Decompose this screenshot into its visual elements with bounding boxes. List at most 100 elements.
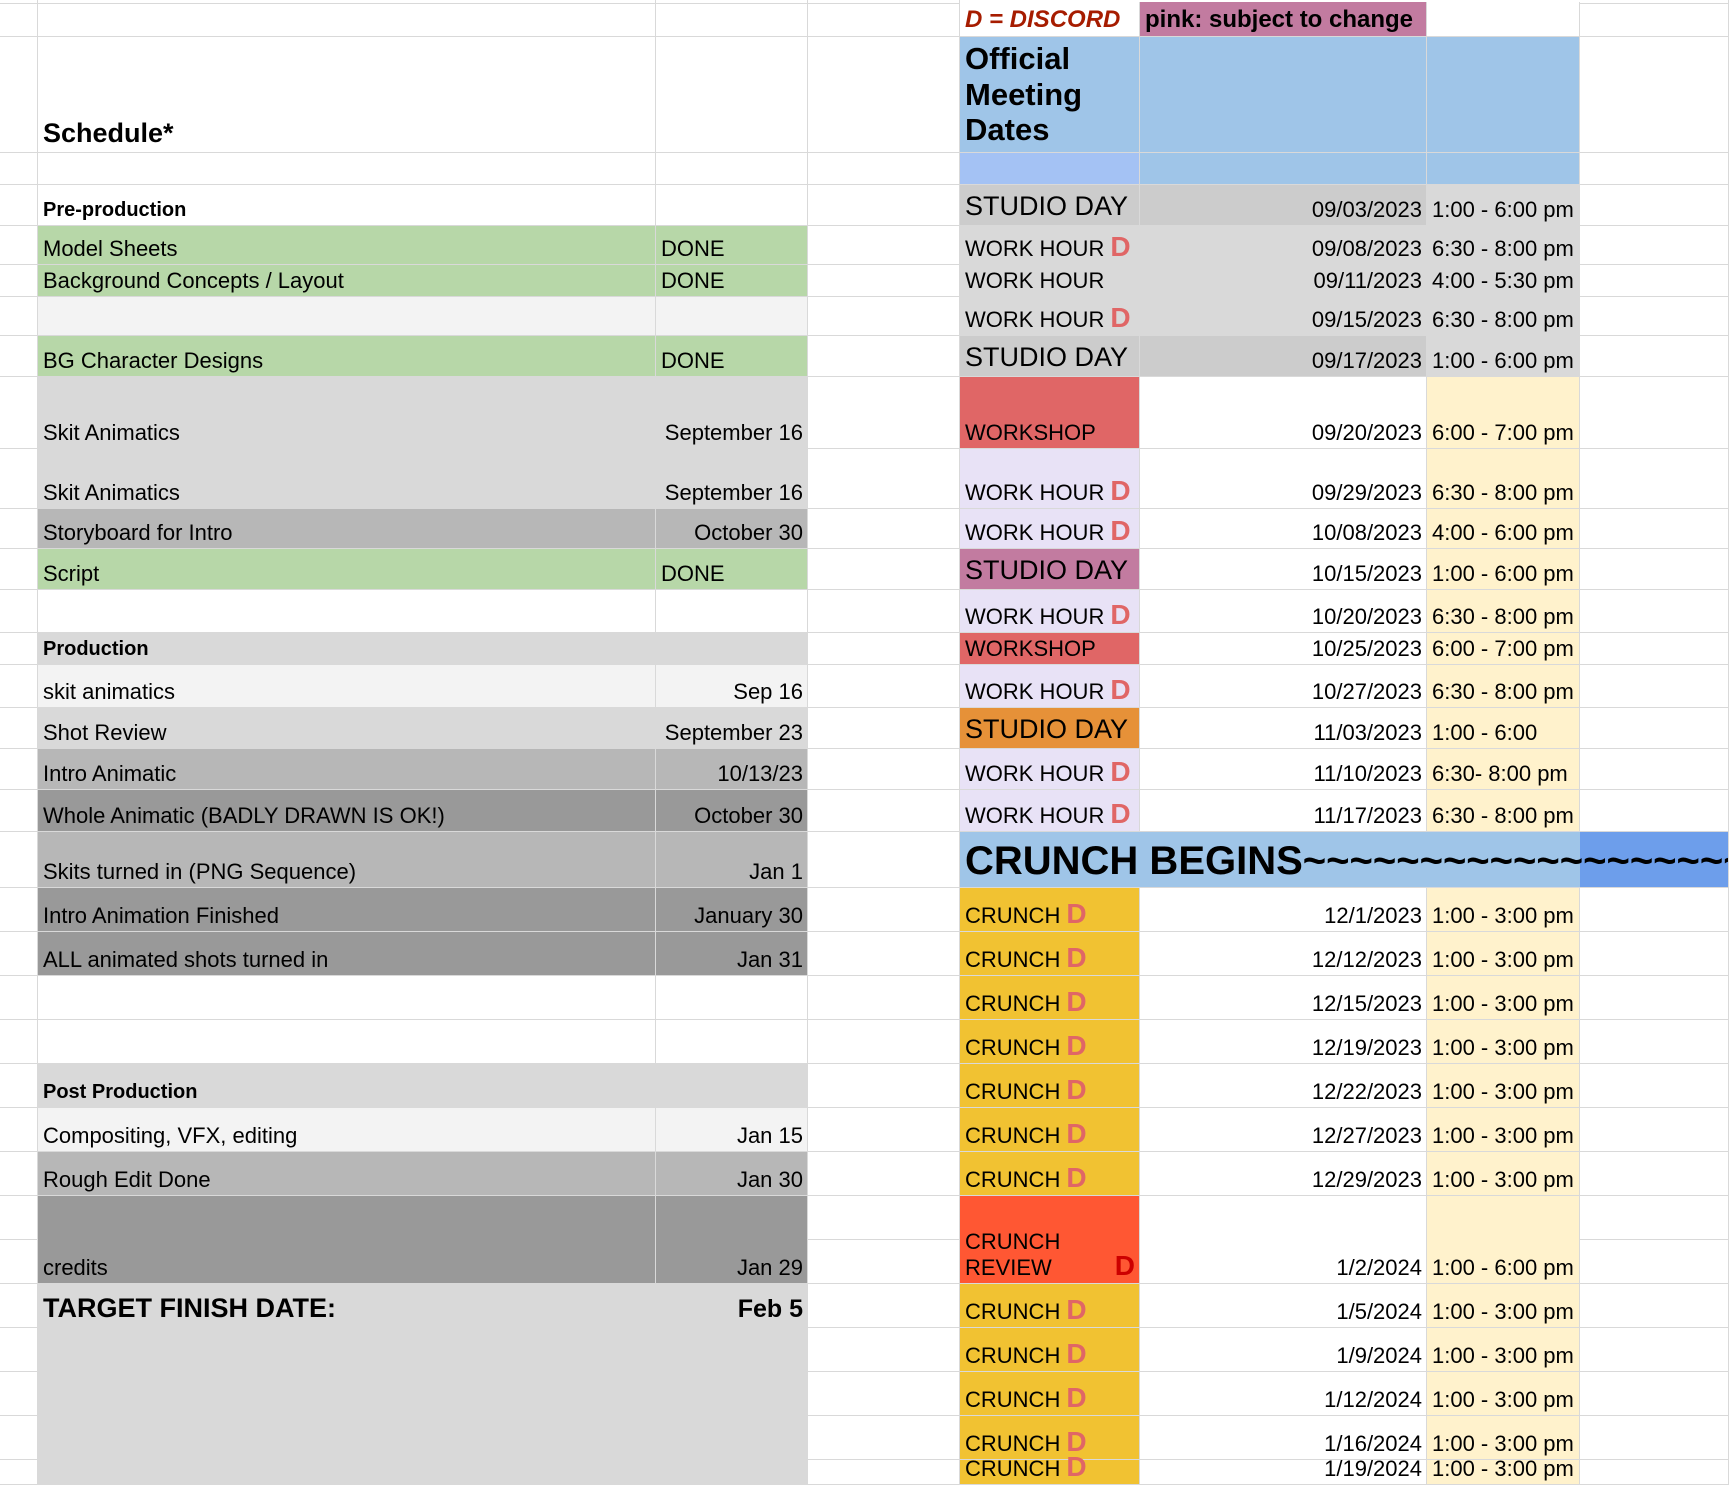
meeting-label[interactable]: CRUNCH D: [960, 1020, 1140, 1064]
empty-cell[interactable]: [1580, 265, 1729, 297]
meeting-label[interactable]: WORK HOUR D: [960, 749, 1140, 790]
task-name[interactable]: Storyboard for Intro: [38, 509, 656, 549]
meeting-date[interactable]: 1/12/2024: [1140, 1372, 1427, 1416]
empty-cell[interactable]: [1580, 185, 1729, 226]
meeting-label[interactable]: WORK HOUR D: [960, 665, 1140, 708]
empty-cell[interactable]: [808, 708, 960, 749]
empty-cell[interactable]: [1580, 1240, 1729, 1284]
empty-cell[interactable]: [0, 749, 38, 790]
meeting-time[interactable]: 6:30 - 8:00 pm: [1427, 226, 1580, 265]
empty-cell[interactable]: [808, 590, 960, 633]
empty-cell[interactable]: [1580, 1196, 1729, 1240]
empty-cell[interactable]: [1580, 708, 1729, 749]
empty-cell[interactable]: [808, 1196, 960, 1240]
blank-cell[interactable]: [656, 153, 808, 185]
meeting-date[interactable]: 10/08/2023: [1140, 509, 1427, 549]
meeting-date[interactable]: 09/03/2023: [1140, 185, 1427, 226]
meeting-label[interactable]: CRUNCH D: [960, 1416, 1140, 1460]
empty-cell[interactable]: [1580, 1152, 1729, 1196]
meeting-label[interactable]: STUDIO DAY: [960, 549, 1140, 590]
empty-cell[interactable]: [808, 932, 960, 976]
meeting-time[interactable]: 1:00 - 3:00 pm: [1427, 976, 1580, 1020]
task-status[interactable]: DONE: [656, 549, 808, 590]
empty-cell[interactable]: [1580, 153, 1729, 185]
meeting-time[interactable]: 6:30 - 8:00 pm: [1427, 449, 1580, 509]
meeting-date[interactable]: 09/08/2023: [1140, 226, 1427, 265]
empty-cell[interactable]: [1580, 976, 1729, 1020]
empty-cell[interactable]: [38, 590, 656, 633]
meeting-label[interactable]: WORK HOUR D: [960, 590, 1140, 633]
meeting-date[interactable]: 1/19/2024: [1140, 1456, 1427, 1485]
empty-cell[interactable]: [0, 1020, 38, 1064]
meeting-date[interactable]: 11/17/2023: [1140, 790, 1427, 832]
empty-cell[interactable]: [808, 2, 960, 37]
empty-cell[interactable]: [1580, 336, 1729, 377]
blank-cell[interactable]: [38, 1416, 656, 1460]
empty-cell[interactable]: [38, 1020, 656, 1064]
meeting-label[interactable]: CRUNCH D: [960, 1108, 1140, 1152]
meeting-time[interactable]: 1:00 - 3:00 pm: [1427, 1416, 1580, 1460]
empty-cell[interactable]: [808, 185, 960, 226]
meeting-date[interactable]: 12/22/2023: [1140, 1064, 1427, 1108]
empty-cell[interactable]: [1580, 1284, 1729, 1328]
empty-cell[interactable]: [808, 888, 960, 932]
meeting-time[interactable]: 6:30 - 8:00 pm: [1427, 790, 1580, 832]
meeting-time[interactable]: 1:00 - 3:00 pm: [1427, 1108, 1580, 1152]
empty-cell[interactable]: [808, 1108, 960, 1152]
empty-cell[interactable]: [0, 1372, 38, 1416]
task-name[interactable]: Shot Review: [38, 708, 656, 749]
task-name[interactable]: BG Character Designs: [38, 336, 656, 377]
meeting-time[interactable]: 1:00 - 6:00 pm: [1427, 336, 1580, 377]
meeting-label[interactable]: WORK HOUR D: [960, 226, 1140, 265]
empty-cell[interactable]: [38, 2, 656, 37]
meeting-date[interactable]: 10/27/2023: [1140, 665, 1427, 708]
empty-cell[interactable]: [1580, 932, 1729, 976]
meeting-date[interactable]: 1/2/2024: [1140, 1196, 1427, 1284]
meeting-time[interactable]: 1:00 - 6:00: [1427, 708, 1580, 749]
empty-cell[interactable]: [1580, 1460, 1729, 1485]
empty-cell[interactable]: [0, 297, 38, 336]
empty-cell[interactable]: [0, 976, 38, 1020]
meeting-label[interactable]: CRUNCH D: [960, 1284, 1140, 1328]
meeting-time[interactable]: 4:00 - 6:00 pm: [1427, 509, 1580, 549]
empty-cell[interactable]: [0, 708, 38, 749]
meeting-date[interactable]: 09/15/2023: [1140, 297, 1427, 336]
empty-cell[interactable]: [808, 1020, 960, 1064]
empty-cell[interactable]: [808, 1416, 960, 1460]
empty-cell[interactable]: [0, 2, 38, 37]
task-name[interactable]: Skit Animatics: [38, 449, 656, 509]
blank-cell[interactable]: [1140, 37, 1427, 153]
empty-cell[interactable]: [808, 1064, 960, 1108]
meeting-time[interactable]: 1:00 - 3:00 pm: [1427, 1328, 1580, 1372]
meeting-date[interactable]: 12/19/2023: [1140, 1020, 1427, 1064]
empty-cell[interactable]: [0, 1064, 38, 1108]
empty-cell[interactable]: [0, 1284, 38, 1328]
empty-cell[interactable]: [1580, 226, 1729, 265]
task-status[interactable]: September 16: [656, 377, 808, 449]
empty-cell[interactable]: [1580, 633, 1729, 665]
meeting-time[interactable]: 6:30 - 8:00 pm: [1427, 297, 1580, 336]
empty-cell[interactable]: [1580, 1328, 1729, 1372]
task-name[interactable]: Model Sheets: [38, 226, 656, 265]
meeting-date[interactable]: 12/15/2023: [1140, 976, 1427, 1020]
blank-cell[interactable]: [656, 1328, 808, 1372]
empty-cell[interactable]: [0, 449, 38, 509]
task-name[interactable]: skit animatics: [38, 665, 656, 708]
meeting-time[interactable]: 4:00 - 5:30 pm: [1427, 265, 1580, 297]
empty-cell[interactable]: [656, 1020, 808, 1064]
meetings-title[interactable]: Official Meeting Dates: [960, 37, 1140, 153]
schedule-title[interactable]: Schedule*: [38, 37, 656, 153]
meeting-label[interactable]: STUDIO DAY: [960, 708, 1140, 749]
task-name[interactable]: ALL animated shots turned in: [38, 932, 656, 976]
meeting-time[interactable]: 6:00 - 7:00 pm: [1427, 633, 1580, 665]
meeting-date[interactable]: 09/17/2023: [1140, 336, 1427, 377]
task-status[interactable]: Jan 15: [656, 1108, 808, 1152]
empty-cell[interactable]: [656, 590, 808, 633]
empty-cell[interactable]: [808, 1284, 960, 1328]
empty-cell[interactable]: [1580, 509, 1729, 549]
empty-cell[interactable]: [808, 1152, 960, 1196]
meeting-time[interactable]: 6:00 - 7:00 pm: [1427, 377, 1580, 449]
empty-cell[interactable]: [808, 1240, 960, 1284]
meeting-date[interactable]: 09/29/2023: [1140, 449, 1427, 509]
task-status[interactable]: Jan 29: [656, 1196, 808, 1284]
